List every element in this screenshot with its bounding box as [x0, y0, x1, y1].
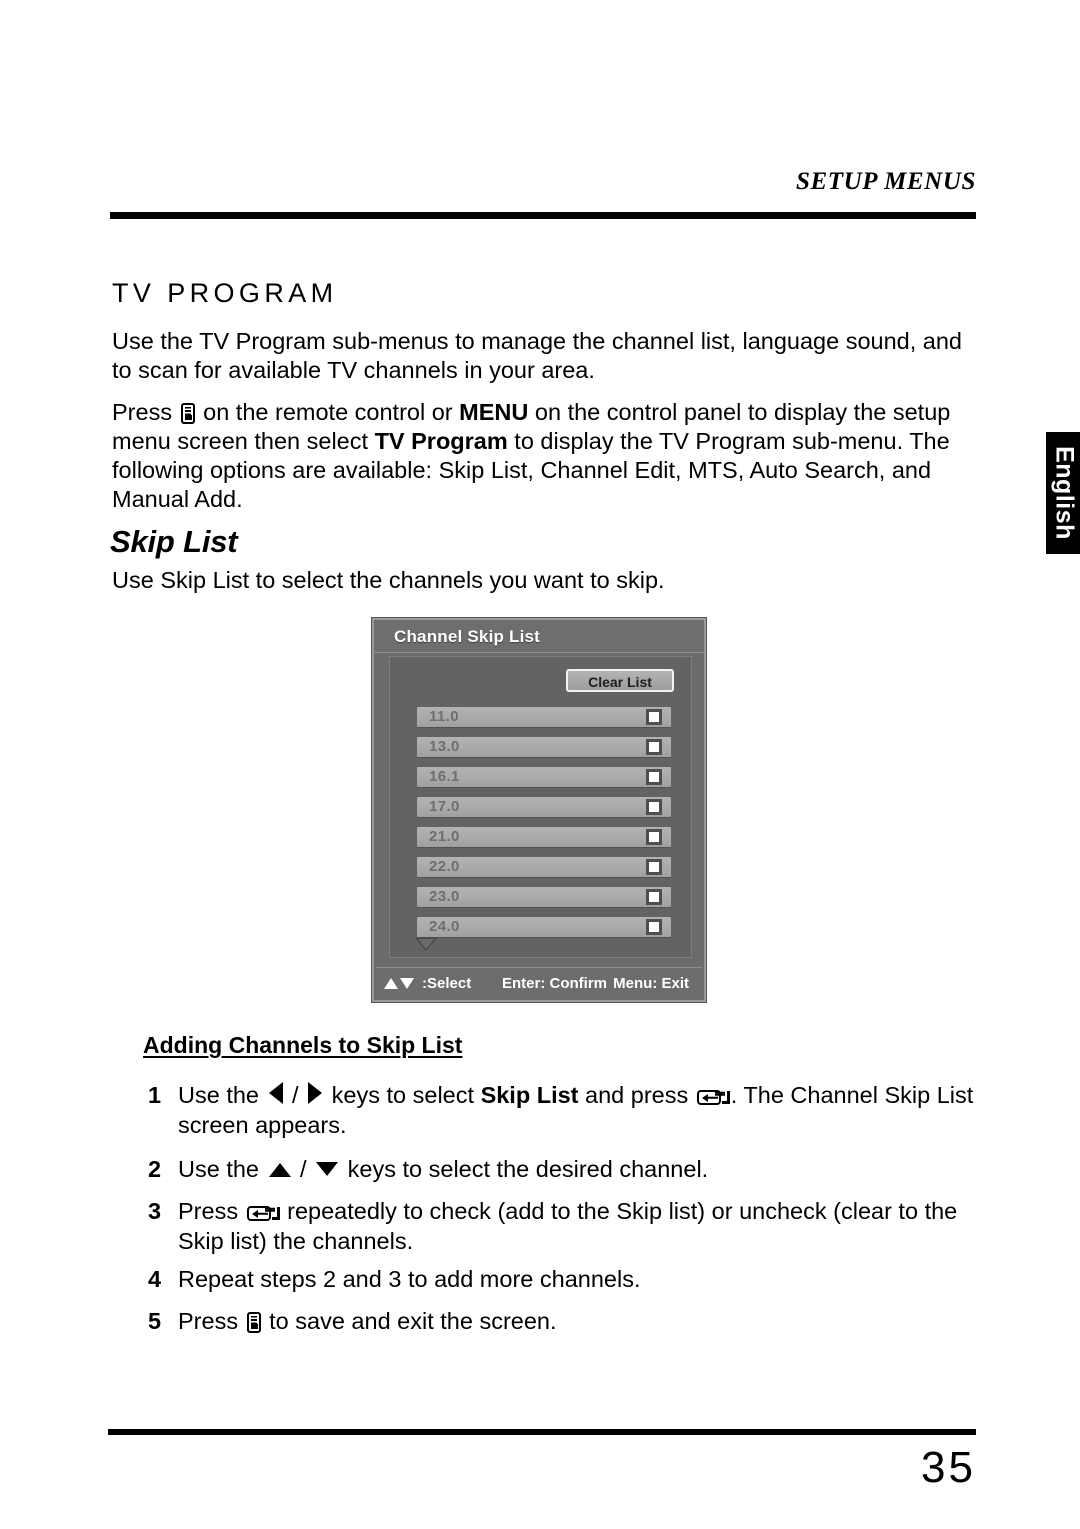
- osd-body: Clear List 11.0 13.0 16.1 17.0 21.0 22.0…: [389, 656, 692, 958]
- skip-list-heading: Skip List: [110, 524, 238, 559]
- channel-row[interactable]: 21.0: [417, 827, 671, 847]
- skip-list-description: Use Skip List to select the channels you…: [112, 567, 665, 593]
- enter-return-hook-icon: [271, 1207, 281, 1220]
- arrow-up-icon: [268, 1163, 291, 1177]
- osd-screenshot: Channel Skip List Clear List 11.0 13.0 1…: [372, 618, 706, 1002]
- header-rule: [110, 212, 976, 219]
- step-1: 1 Use the / keys to select Skip List and…: [148, 1080, 978, 1140]
- channel-label: 11.0: [429, 708, 459, 725]
- step5-text-b: to save and exit the screen.: [262, 1308, 557, 1334]
- menu-keyword: MENU: [459, 399, 529, 425]
- channel-row[interactable]: 23.0: [417, 887, 671, 907]
- menu-remote-icon: [246, 1312, 261, 1333]
- arrow-down-icon: [400, 977, 414, 989]
- running-head: SETUP MENUS: [795, 168, 976, 195]
- language-tab: English: [1046, 432, 1080, 554]
- press-text-1: Press: [112, 399, 179, 425]
- channel-checkbox[interactable]: [646, 889, 662, 905]
- channel-checkbox[interactable]: [646, 859, 662, 875]
- step-number: 4: [148, 1266, 162, 1292]
- step-4: 4 Repeat steps 2 and 3 to add more chann…: [148, 1264, 978, 1294]
- procedure-heading: Adding Channels to Skip List: [143, 1032, 463, 1058]
- channel-list: 11.0 13.0 16.1 17.0 21.0 22.0 23.0 24.0: [417, 707, 671, 947]
- manual-page: SETUP MENUS TV PROGRAM Use the TV Progra…: [0, 0, 1080, 1529]
- enter-key-icon: [246, 1206, 271, 1221]
- step-text: Press repeatedly to check (add to the Sk…: [178, 1196, 978, 1256]
- step-5: 5 Press to save and exit the screen.: [148, 1306, 978, 1336]
- scroll-down-icon[interactable]: [415, 938, 437, 951]
- osd-title: Channel Skip List: [374, 620, 704, 653]
- channel-label: 17.0: [429, 798, 460, 815]
- channel-row[interactable]: 11.0: [417, 707, 671, 727]
- step-number: 3: [148, 1198, 162, 1224]
- arrow-right-icon: [308, 1082, 323, 1104]
- page-number: 35: [921, 1443, 976, 1492]
- step5-text-a: Press: [178, 1308, 245, 1334]
- step1-text-a: Use the: [178, 1082, 266, 1108]
- channel-label: 21.0: [429, 828, 460, 845]
- footer-select-hint: :Select: [384, 975, 471, 992]
- channel-label: 22.0: [429, 858, 460, 875]
- press-paragraph: Press on the remote control or MENU on t…: [112, 398, 957, 514]
- clear-list-button[interactable]: Clear List: [566, 669, 674, 692]
- step1-keyword: Skip List: [480, 1082, 579, 1108]
- page-title: TV PROGRAM: [112, 278, 338, 308]
- step3-text-b: repeatedly to check (add to the Skip lis…: [178, 1198, 958, 1254]
- intro-paragraph: Use the TV Program sub-menus to manage t…: [112, 328, 963, 383]
- step-number: 2: [148, 1156, 162, 1182]
- channel-checkbox[interactable]: [646, 799, 662, 815]
- footer-confirm-label: Enter: Confirm: [502, 974, 607, 992]
- channel-label: 13.0: [429, 738, 460, 755]
- step-text: Use the / keys to select the desired cha…: [178, 1154, 978, 1184]
- press-text-2: on the remote control or: [196, 399, 460, 425]
- step2-text-c: keys to select the desired channel.: [341, 1156, 709, 1182]
- step-text: Repeat steps 2 and 3 to add more channel…: [178, 1266, 641, 1292]
- step1-text-d: and press: [578, 1082, 695, 1108]
- arrow-left-icon: [268, 1082, 283, 1104]
- channel-checkbox[interactable]: [646, 919, 662, 935]
- channel-row[interactable]: 24.0: [417, 917, 671, 937]
- step1-text-c: keys to select: [325, 1082, 481, 1108]
- channel-label: 16.1: [429, 768, 460, 785]
- step2-text-a: Use the: [178, 1156, 266, 1182]
- channel-checkbox[interactable]: [646, 829, 662, 845]
- enter-return-hook-icon: [721, 1091, 731, 1104]
- tv-program-keyword: TV Program: [374, 428, 508, 454]
- channel-label: 23.0: [429, 888, 460, 905]
- enter-key-icon: [696, 1090, 721, 1105]
- channel-label: 24.0: [429, 918, 460, 935]
- channel-row[interactable]: 22.0: [417, 857, 671, 877]
- footer-exit-label: Menu: Exit: [613, 974, 689, 992]
- channel-checkbox[interactable]: [646, 709, 662, 725]
- step-text: Use the / keys to select Skip List and p…: [178, 1080, 978, 1140]
- arrow-up-icon: [384, 977, 398, 989]
- channel-checkbox[interactable]: [646, 769, 662, 785]
- channel-row[interactable]: 17.0: [417, 797, 671, 817]
- channel-row[interactable]: 13.0: [417, 737, 671, 757]
- channel-checkbox[interactable]: [646, 739, 662, 755]
- step-number: 5: [148, 1308, 162, 1334]
- footer-rule: [108, 1429, 976, 1435]
- arrow-down-icon: [316, 1162, 339, 1176]
- step2-text-b: /: [293, 1156, 314, 1182]
- step3-text-a: Press: [178, 1198, 245, 1224]
- step1-text-b: /: [285, 1082, 306, 1108]
- language-tab-label: English: [1050, 446, 1079, 540]
- step-number: 1: [148, 1082, 162, 1108]
- osd-footer: :Select Enter: Confirm Menu: Exit: [376, 967, 702, 998]
- channel-row[interactable]: 16.1: [417, 767, 671, 787]
- footer-select-label: :Select: [422, 974, 472, 992]
- step-2: 2 Use the / keys to select the desired c…: [148, 1154, 978, 1184]
- step-3: 3 Press repeatedly to check (add to the …: [148, 1196, 978, 1256]
- menu-remote-icon: [180, 403, 195, 424]
- step-text: Press to save and exit the screen.: [178, 1306, 978, 1336]
